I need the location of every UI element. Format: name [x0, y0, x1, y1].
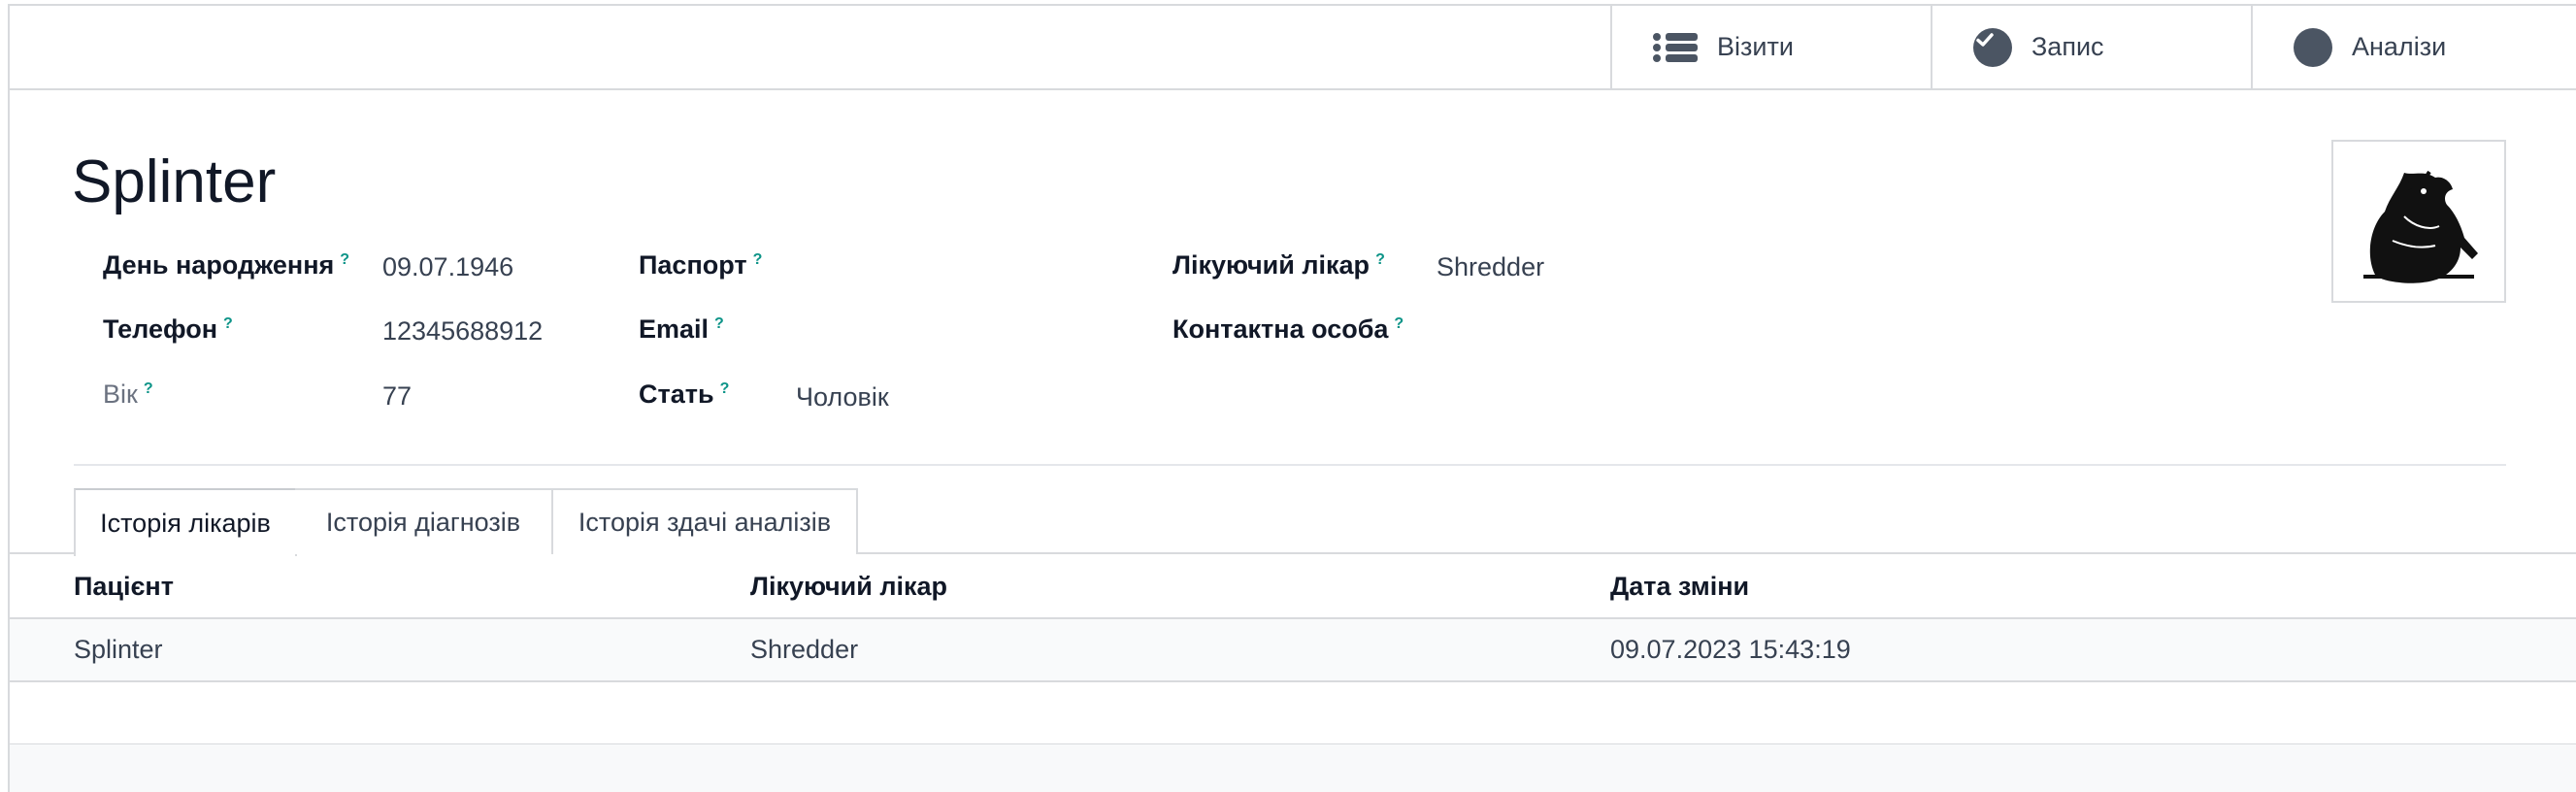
- passport-help-icon[interactable]: ?: [753, 251, 763, 268]
- gender-label: Стать?: [639, 380, 730, 409]
- appointment-smart-button[interactable]: Запис: [1931, 6, 2251, 88]
- passport-label: Паспорт?: [639, 250, 763, 280]
- form-sheet: Візити Запис Аналізи Splinter День народ…: [8, 4, 2576, 792]
- check-circle-icon: [1973, 27, 2012, 67]
- birthday-help-icon[interactable]: ?: [340, 251, 349, 268]
- cell-change-date: 09.07.2023 15:43:19: [1610, 635, 1851, 664]
- tab-analysis-history[interactable]: Історія здачі аналізів: [551, 488, 858, 554]
- phone-label: Телефон?: [103, 314, 233, 344]
- appointment-button-label: Запис: [2031, 32, 2104, 61]
- notebook-tabs: Історія лікарів Історія діагнозів Історі…: [10, 488, 2576, 556]
- gender-help-icon[interactable]: ?: [720, 380, 730, 397]
- birthday-value[interactable]: 09.07.1946: [382, 252, 513, 282]
- record-title: Splinter: [72, 148, 277, 215]
- table-header: Пацієнт Лікуючий лікар Дата зміни: [10, 556, 2576, 619]
- age-value: 77: [382, 381, 413, 411]
- analyses-smart-button[interactable]: Аналізи: [2251, 6, 2576, 88]
- patient-avatar[interactable]: [2331, 140, 2506, 303]
- doctor-value[interactable]: Shredder: [1437, 252, 1544, 282]
- birthday-label: День народження?: [103, 250, 350, 280]
- cell-doctor: Shredder: [750, 635, 859, 664]
- rat-image-icon: [2363, 170, 2478, 283]
- tab-diagnosis-history[interactable]: Історія діагнозів: [295, 488, 553, 554]
- list-icon: [1653, 31, 1698, 64]
- doctor-help-icon[interactable]: ?: [1375, 251, 1385, 268]
- phone-value[interactable]: 12345688912: [382, 316, 543, 346]
- age-help-icon[interactable]: ?: [144, 380, 153, 397]
- cell-patient: Splinter: [74, 635, 163, 664]
- table-footer-area: [10, 744, 2576, 792]
- age-label: Вік?: [103, 380, 153, 409]
- table-row[interactable]: Splinter Shredder 09.07.2023 15:43:19: [10, 619, 2576, 682]
- visits-smart-button[interactable]: Візити: [1610, 6, 1931, 88]
- column-header-doctor[interactable]: Лікуючий лікар: [750, 556, 947, 617]
- gender-value[interactable]: Чоловік: [796, 382, 889, 412]
- empty-table-row: [10, 682, 2576, 745]
- visits-button-label: Візити: [1717, 32, 1794, 61]
- analyses-button-label: Аналізи: [2352, 32, 2447, 61]
- circle-icon: [2294, 27, 2332, 67]
- tab-doctor-history[interactable]: Історія лікарів: [74, 488, 297, 556]
- column-header-change-date[interactable]: Дата зміни: [1610, 556, 1749, 617]
- doctor-history-table: Пацієнт Лікуючий лікар Дата зміни Splint…: [10, 556, 2576, 745]
- column-header-patient[interactable]: Пацієнт: [74, 556, 174, 617]
- email-help-icon[interactable]: ?: [714, 315, 724, 332]
- smart-button-box: Візити Запис Аналізи: [10, 6, 2576, 90]
- contact-label: Контактна особа?: [1172, 314, 1404, 344]
- section-divider: [74, 464, 2506, 466]
- email-label: Email?: [639, 314, 724, 344]
- contact-help-icon[interactable]: ?: [1394, 315, 1404, 332]
- phone-help-icon[interactable]: ?: [223, 315, 233, 332]
- doctor-label: Лікуючий лікар?: [1172, 250, 1385, 280]
